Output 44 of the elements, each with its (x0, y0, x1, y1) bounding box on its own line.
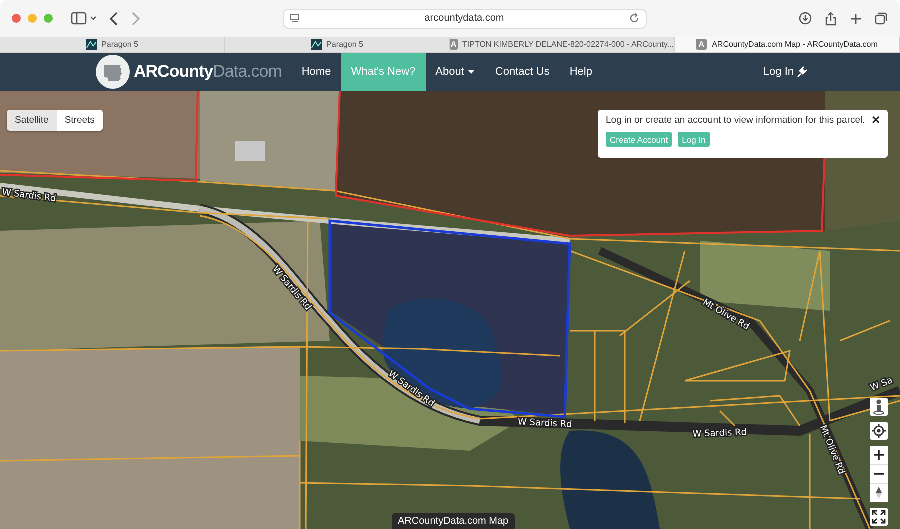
site-favicon: A (696, 39, 708, 50)
locate-button[interactable] (870, 422, 888, 440)
compass-button[interactable] (870, 484, 888, 502)
road-label: W Sardis Rd (2, 188, 57, 205)
road-label: W Sardis Rd (518, 418, 572, 430)
zoom-in-button[interactable] (870, 446, 888, 464)
nav-link[interactable]: Home (292, 53, 342, 91)
chart-favicon-icon (86, 39, 97, 50)
share-icon[interactable] (825, 12, 837, 26)
street-view-button[interactable] (870, 398, 888, 416)
close-window-button[interactable] (12, 14, 21, 23)
browser-tab[interactable]: Paragon 5 (225, 37, 450, 52)
log-in-link[interactable]: Log In (761, 64, 810, 80)
tab-overview-icon[interactable] (875, 12, 888, 25)
map-layer-tab[interactable]: Streets (56, 110, 103, 131)
back-icon[interactable] (109, 12, 119, 26)
plug-icon (796, 66, 808, 78)
fullscreen-button[interactable] (870, 508, 888, 526)
plus-icon (874, 450, 884, 460)
compass-icon (875, 487, 883, 499)
browser-tab[interactable]: A ARCountyData.com Map - ARCountyData.com (675, 37, 900, 52)
zoom-out-button[interactable] (870, 465, 888, 483)
nav-link[interactable]: About (426, 53, 486, 91)
road-label: W Sardis Rd (692, 428, 748, 440)
download-icon[interactable] (799, 12, 812, 25)
notice-message: Log in or create an account to view information for this parcel. (606, 115, 866, 126)
new-tab-icon[interactable] (850, 12, 862, 24)
browser-tab[interactable]: Paragon 5 (0, 37, 225, 52)
sidebar-toggle-icon[interactable] (71, 12, 97, 26)
map-caption: ARCountyData.com Map (392, 513, 515, 529)
site-favicon: A (450, 39, 458, 50)
reload-icon[interactable] (629, 13, 640, 24)
nav-link[interactable]: Help (560, 53, 602, 91)
page-icon (290, 14, 300, 24)
road-label: Mt Olive Rd (818, 424, 846, 476)
map-layer-tab[interactable]: Satellite (7, 110, 57, 131)
address-bar[interactable]: arcountydata.com (283, 8, 647, 28)
site-logo-text[interactable]: ARCountyData.com (134, 62, 282, 82)
chart-favicon-icon (310, 39, 322, 50)
road-label: W Sa (869, 376, 894, 394)
close-button[interactable]: ✕ (871, 114, 880, 127)
state-map-logo-icon[interactable] (96, 55, 130, 89)
url-text: arcountydata.com (424, 13, 506, 24)
nav-link[interactable]: Contact Us (485, 53, 560, 91)
